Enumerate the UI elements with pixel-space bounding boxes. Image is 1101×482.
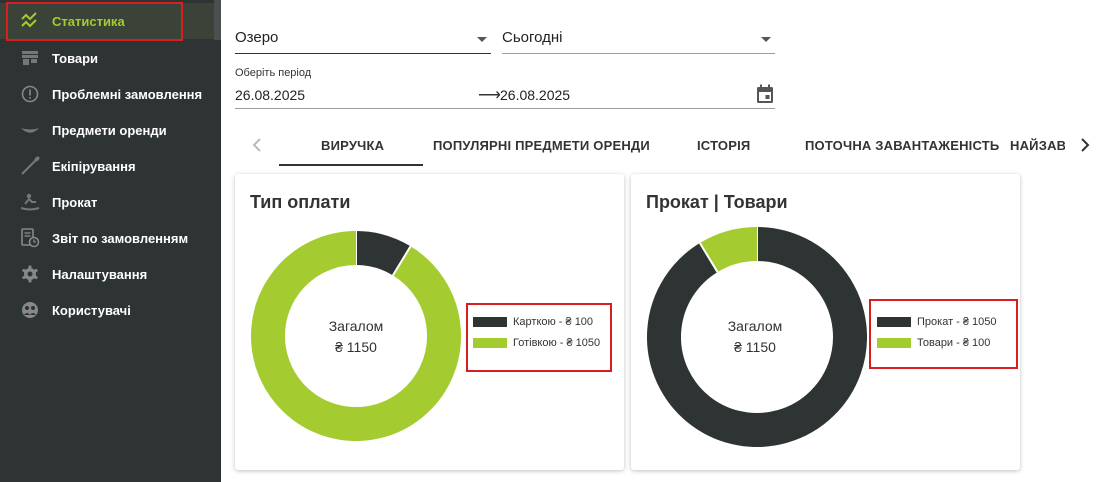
legend-item-rental: Прокат - ₴ 1050: [877, 316, 997, 328]
rental-goods-card: Прокат | Товари Загалом ₴ 1150 Прокат - …: [631, 174, 1020, 470]
legend-label: Прокат - ₴ 1050: [917, 316, 997, 328]
sidebar-item-label: Екіпірування: [52, 158, 136, 174]
slice-Карткою[interactable]: [355, 231, 411, 276]
chevron-right-icon[interactable]: [1075, 134, 1095, 156]
paddle-icon: [20, 156, 40, 176]
sidebar-item-goods[interactable]: Товари: [0, 40, 221, 76]
alert-circle-icon: [20, 84, 40, 104]
sidebar: Статистика Товари Проблемні замовлення П…: [0, 0, 221, 482]
chevron-down-icon: [761, 37, 771, 42]
tab-current-load[interactable]: ПОТОЧНА ЗАВАНТАЖЕНІСТЬ: [805, 138, 999, 153]
chevron-down-icon: [477, 37, 487, 42]
sidebar-item-rental[interactable]: Прокат: [0, 184, 221, 220]
location-select[interactable]: Озеро: [235, 25, 491, 54]
location-value: Озеро: [235, 29, 279, 46]
sidebar-item-label: Налаштування: [52, 266, 148, 282]
sidebar-item-users[interactable]: Користувачі: [0, 292, 221, 328]
legend-highlight: [869, 299, 1018, 369]
legend-label: Карткою - ₴ 100: [513, 316, 594, 328]
legend-swatch: [473, 338, 507, 348]
sidebar-item-label: Проблемні замовлення: [52, 86, 203, 102]
sidebar-item-label: Товари: [52, 50, 99, 66]
sidebar-item-label: Користувачі: [52, 302, 131, 318]
range-value: Сьогодні: [502, 29, 563, 46]
sidebar-item-label: Звіт по замовленням: [52, 230, 189, 246]
tab-history[interactable]: ІСТОРІЯ: [697, 138, 750, 153]
calendar-icon[interactable]: [756, 84, 774, 104]
legend-item-card: Карткою - ₴ 100: [473, 316, 593, 328]
sidebar-item-settings[interactable]: Налаштування: [0, 256, 221, 292]
period-label: Оберіть період: [235, 67, 312, 79]
chevron-left-icon[interactable]: [247, 134, 267, 156]
donut-center-title: Загалом: [328, 318, 384, 334]
payment-type-card: Тип оплати Загалом ₴ 1150 Карткою - ₴ 10…: [235, 174, 624, 470]
store-icon: [20, 48, 40, 68]
report-clock-icon: [20, 228, 40, 248]
sidebar-item-problem-orders[interactable]: Проблемні замовлення: [0, 76, 221, 112]
date-to[interactable]: 26.08.2025: [500, 87, 570, 103]
legend-swatch: [877, 338, 911, 348]
sidebar-scrollbar[interactable]: [214, 0, 221, 40]
legend-label: Товари - ₴ 100: [917, 337, 991, 349]
legend-swatch: [473, 317, 507, 327]
active-tab-indicator: [279, 164, 423, 166]
arrow-right-icon: ⟶: [478, 87, 501, 104]
card-title: Прокат | Товари: [646, 192, 788, 212]
sidebar-item-label: Статистика: [52, 13, 125, 29]
gear-icon: [20, 264, 40, 284]
legend-label: Готівкою - ₴ 1050: [513, 337, 601, 349]
tab-popular-rental-items[interactable]: ПОПУЛЯРНІ ПРЕДМЕТИ ОРЕНДИ: [433, 138, 650, 153]
users-icon: [20, 300, 40, 320]
legend-swatch: [877, 317, 911, 327]
sidebar-item-label: Прокат: [52, 194, 98, 210]
kayak-icon: [20, 120, 40, 140]
sidebar-item-equipment[interactable]: Екіпірування: [0, 148, 221, 184]
slice-Готівкою[interactable]: [251, 231, 461, 441]
sidebar-item-rental-items[interactable]: Предмети оренди: [0, 112, 221, 148]
card-title: Тип оплати: [250, 192, 351, 212]
sidebar-item-order-report[interactable]: Звіт по замовленням: [0, 220, 221, 256]
tab-revenue[interactable]: ВИРУЧКА: [321, 138, 384, 153]
legend-item-cash: Готівкою - ₴ 1050: [473, 337, 600, 349]
tab-busiest[interactable]: НАЙЗАВАНТАЖЕНІШІ: [1010, 138, 1065, 153]
tab-bar: ВИРУЧКА ПОПУЛЯРНІ ПРЕДМЕТИ ОРЕНДИ ІСТОРІ…: [235, 126, 1101, 166]
rowing-icon: [20, 192, 40, 212]
donut-center-value: ₴ 1150: [335, 339, 377, 355]
payment-type-donut: [251, 231, 461, 441]
donut-center-value: ₴ 1150: [734, 339, 776, 355]
slice-Товари[interactable]: [699, 227, 758, 273]
sidebar-item-statistics[interactable]: Статистика: [0, 3, 221, 39]
range-select[interactable]: Сьогодні: [502, 25, 775, 54]
chart-line-icon: [20, 11, 40, 31]
date-from[interactable]: 26.08.2025: [235, 87, 305, 103]
donut-center-title: Загалом: [727, 318, 783, 334]
legend-item-goods: Товари - ₴ 100: [877, 337, 990, 349]
sidebar-item-label: Предмети оренди: [52, 122, 167, 138]
date-range-field[interactable]: 26.08.2025 ⟶ 26.08.2025: [235, 82, 775, 109]
